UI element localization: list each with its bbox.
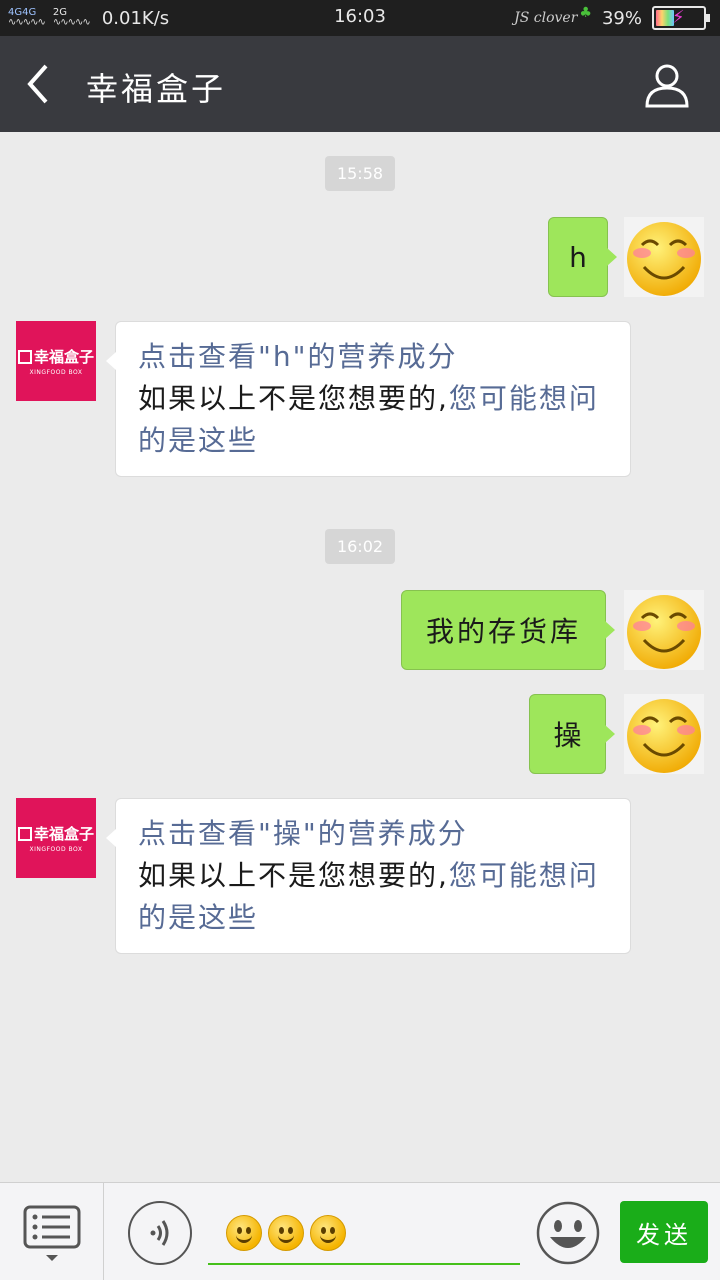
chat-input-bar: 发送	[0, 1182, 720, 1280]
smile-emoji-icon	[268, 1215, 304, 1251]
bot-avatar[interactable]: 幸福盒子 XINGFOOD BOX	[16, 321, 96, 401]
sent-message-bubble[interactable]: 我的存货库	[401, 590, 615, 670]
sent-message-bubble[interactable]: h	[548, 217, 617, 297]
sent-message-bubble[interactable]: 操	[529, 694, 615, 774]
smile-emoji-icon	[226, 1215, 262, 1251]
suggestions-link[interactable]: 您可能想问	[449, 382, 599, 415]
message-text: 操	[553, 719, 582, 752]
chat-profile-button[interactable]	[644, 62, 690, 108]
back-button[interactable]	[20, 60, 60, 108]
suggestions-link-cont[interactable]: 的是这些	[138, 897, 608, 939]
received-message-bubble[interactable]: 点击查看"操"的营养成分 如果以上不是您想要的,您可能想问 的是这些	[106, 798, 631, 954]
suggestions-link[interactable]: 您可能想问	[449, 859, 599, 892]
nutrition-link[interactable]: 点击查看"操"的营养成分	[138, 813, 608, 855]
emoji-face-icon	[536, 1201, 600, 1265]
smile-emoji-icon	[310, 1215, 346, 1251]
smiley-avatar-icon	[627, 699, 701, 773]
smiley-avatar-icon	[627, 222, 701, 296]
smiley-avatar-icon	[627, 595, 701, 669]
message-text: 如果以上不是您想要的,	[138, 382, 449, 415]
menu-toggle-button[interactable]	[0, 1183, 104, 1280]
brand-logo-text: 幸福盒子	[33, 825, 94, 843]
message-text: h	[569, 240, 587, 274]
voice-input-button[interactable]	[128, 1201, 192, 1265]
message-text: 我的存货库	[425, 615, 581, 648]
user-avatar[interactable]	[624, 694, 704, 774]
carrier-label: JS clover	[514, 10, 578, 26]
chat-header: 幸福盒子	[0, 36, 720, 132]
nutrition-link[interactable]: 点击查看"h"的营养成分	[138, 336, 608, 378]
timestamp: 15:58	[0, 156, 720, 191]
status-bar: 4G4G ∿∿∿∿∿ 2G ∿∿∿∿∿ 0.01K/s 16:03 JS clo…	[0, 0, 720, 36]
send-button[interactable]: 发送	[620, 1201, 708, 1263]
chat-title: 幸福盒子	[86, 70, 227, 108]
bot-avatar[interactable]: 幸福盒子 XINGFOOD BOX	[16, 798, 96, 878]
suggestions-link-cont[interactable]: 的是这些	[138, 420, 608, 462]
emoji-panel-button[interactable]	[536, 1201, 600, 1265]
user-icon	[645, 64, 689, 108]
chevron-left-icon	[27, 64, 48, 104]
charging-bolt-icon: ⚡	[672, 7, 685, 28]
voice-icon	[150, 1220, 169, 1246]
user-avatar[interactable]	[624, 217, 704, 297]
user-avatar[interactable]	[624, 590, 704, 670]
clover-icon: ♣	[579, 5, 592, 21]
brand-logo-text: 幸福盒子	[33, 348, 94, 366]
received-message-bubble[interactable]: 点击查看"h"的营养成分 如果以上不是您想要的,您可能想问 的是这些	[106, 321, 631, 477]
brand-logo-subtext: XINGFOOD BOX	[29, 369, 83, 376]
brand-logo-subtext: XINGFOOD BOX	[29, 846, 83, 853]
battery-icon: ⚡	[652, 6, 710, 30]
list-menu-icon	[23, 1205, 81, 1261]
message-list[interactable]: 15:58 h 幸福盒子 XINGFOOD BOX 点击查看"h"的营养成分 如…	[0, 132, 720, 1182]
timestamp: 16:02	[0, 529, 720, 564]
battery-percent: 39%	[601, 7, 642, 29]
message-input[interactable]	[208, 1203, 520, 1265]
message-text: 如果以上不是您想要的,	[138, 859, 449, 892]
